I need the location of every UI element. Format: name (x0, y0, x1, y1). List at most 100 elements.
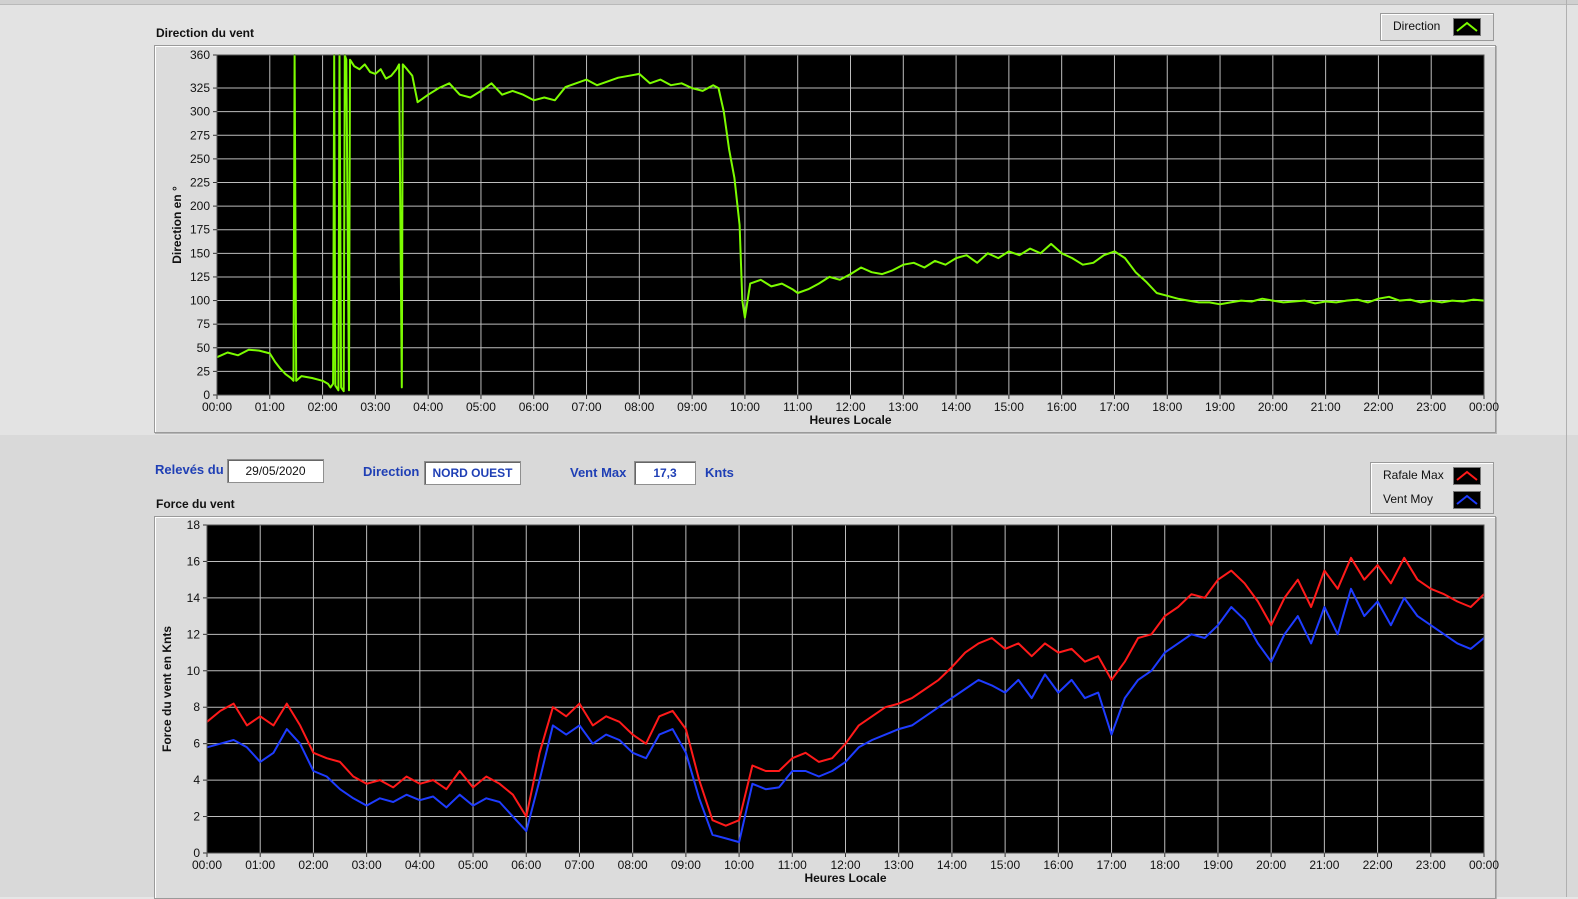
direction-x-tick-label: 10:00 (730, 400, 760, 414)
releves-label: Relevés du (155, 462, 224, 477)
direction-y-tick-label: 325 (190, 81, 210, 95)
direction-x-tick-label: 11:00 (783, 400, 812, 414)
direction-y-axis-label: Direction en ° (170, 186, 184, 264)
force-y-tick-label: 12 (187, 627, 201, 641)
direction-y-tick-label: 25 (197, 364, 211, 378)
force-x-tick-label: 18:00 (1150, 858, 1180, 872)
force-x-tick-label: 15:00 (990, 858, 1020, 872)
vent-moy-line-swatch-icon[interactable] (1453, 491, 1481, 509)
direction-x-tick-label: 16:00 (1047, 400, 1077, 414)
force-x-tick-label: 12:00 (830, 858, 860, 872)
direction-y-tick-label: 225 (190, 176, 210, 190)
direction-y-tick-label: 360 (190, 48, 210, 62)
force-x-tick-label: 19:00 (1203, 858, 1233, 872)
force-x-tick-label: 02:00 (298, 858, 328, 872)
direction-x-tick-label: 06:00 (519, 400, 549, 414)
direction-y-tick-label: 125 (190, 270, 210, 284)
direction-y-tick-label: 0 (203, 388, 210, 402)
force-y-tick-label: 0 (193, 846, 200, 860)
direction-x-tick-label: 09:00 (677, 400, 707, 414)
force-x-tick-label: 03:00 (352, 858, 382, 872)
direction-x-tick-label: 04:00 (413, 400, 443, 414)
ventmax-value-field[interactable]: 17,3 (634, 461, 696, 485)
force-x-tick-label: 06:00 (511, 858, 541, 872)
legend-item-direction: Direction (1381, 14, 1493, 38)
direction-x-tick-label: 17:00 (1099, 400, 1129, 414)
force-x-tick-label: 07:00 (564, 858, 594, 872)
force-x-tick-label: 00:00 (192, 858, 222, 872)
rafale-max-line-swatch-icon[interactable] (1453, 467, 1481, 485)
ventmax-label: Vent Max (570, 465, 627, 480)
force-x-tick-label: 23:00 (1416, 858, 1446, 872)
direction-x-tick-label: 00:00 (202, 400, 232, 414)
direction-x-tick-label: 13:00 (888, 400, 918, 414)
force-y-tick-label: 2 (193, 810, 200, 824)
force-y-tick-label: 8 (193, 700, 200, 714)
direction-x-tick-label: 02:00 (308, 400, 338, 414)
direction-x-tick-label: 01:00 (255, 400, 285, 414)
force-x-tick-label: 13:00 (884, 858, 914, 872)
force-y-axis-label: Force du vent en Knts (160, 626, 174, 752)
force-y-tick-label: 18 (187, 518, 201, 532)
force-x-axis-label: Heures Locale (804, 871, 886, 885)
direction-y-tick-label: 100 (190, 294, 210, 308)
direction-y-tick-label: 150 (190, 246, 210, 260)
direction-y-tick-label: 75 (197, 317, 211, 331)
force-y-tick-label: 4 (193, 773, 200, 787)
direction-x-tick-label: 00:00 (1469, 400, 1499, 414)
direction-x-tick-label: 07:00 (572, 400, 602, 414)
direction-x-tick-label: 14:00 (941, 400, 971, 414)
direction-value-field[interactable]: NORD OUEST (424, 461, 521, 485)
direction-x-tick-label: 08:00 (624, 400, 654, 414)
direction-label: Direction (363, 464, 420, 479)
force-x-tick-label: 16:00 (1043, 858, 1073, 872)
releves-date-field[interactable]: 29/05/2020 (227, 459, 324, 483)
force-x-tick-label: 01:00 (245, 858, 275, 872)
force-x-tick-label: 09:00 (671, 858, 701, 872)
force-y-tick-label: 16 (187, 554, 201, 568)
force-y-tick-label: 14 (187, 591, 201, 605)
force-x-tick-label: 14:00 (937, 858, 967, 872)
force-x-tick-label: 08:00 (618, 858, 648, 872)
right-divider (1566, 0, 1567, 897)
legend-label-vent-moy: Vent Moy (1383, 492, 1434, 506)
direction-x-tick-label: 23:00 (1416, 400, 1446, 414)
legend-item-vent-moy: Vent Moy (1371, 487, 1493, 511)
direction-line-swatch-icon[interactable] (1453, 18, 1481, 36)
legend-label-rafale-max: Rafale Max (1383, 468, 1444, 482)
legend-item-rafale-max: Rafale Max (1371, 463, 1493, 487)
direction-x-tick-label: 20:00 (1258, 400, 1288, 414)
direction-y-tick-label: 200 (190, 199, 210, 213)
force-chart-title: Force du vent (156, 497, 235, 511)
force-chart[interactable]: 00:00 01:00 02:00 03:00 04:00 05:00 06:00 07:00… (154, 516, 1499, 897)
direction-x-tick-label: 15:00 (994, 400, 1024, 414)
direction-y-tick-label: 300 (190, 105, 210, 119)
direction-x-tick-label: 05:00 (466, 400, 496, 414)
force-y-tick-label: 10 (187, 664, 201, 678)
direction-chart-title: Direction du vent (156, 26, 255, 40)
force-x-tick-label: 11:00 (778, 858, 807, 872)
legend-label-direction: Direction (1393, 19, 1441, 33)
force-y-tick-label: 6 (193, 737, 200, 751)
direction-x-tick-label: 19:00 (1205, 400, 1235, 414)
direction-x-tick-label: 18:00 (1152, 400, 1182, 414)
force-x-tick-label: 04:00 (405, 858, 435, 872)
force-x-tick-label: 20:00 (1256, 858, 1286, 872)
force-legend: Rafale Max Vent Moy (1370, 462, 1494, 514)
force-x-tick-label: 10:00 (724, 858, 754, 872)
force-x-tick-label: 21:00 (1309, 858, 1339, 872)
force-x-tick-label: 22:00 (1363, 858, 1393, 872)
direction-y-tick-label: 250 (190, 152, 210, 166)
force-x-tick-label: 05:00 (458, 858, 488, 872)
direction-y-tick-label: 175 (190, 223, 210, 237)
direction-y-tick-label: 275 (190, 128, 210, 142)
direction-x-tick-label: 12:00 (835, 400, 865, 414)
direction-x-axis-label: Heures Locale (809, 413, 891, 427)
direction-x-tick-label: 03:00 (360, 400, 390, 414)
direction-x-tick-label: 21:00 (1311, 400, 1341, 414)
direction-legend: Direction (1380, 13, 1494, 41)
force-x-tick-label: 17:00 (1097, 858, 1127, 872)
direction-chart[interactable]: 00:00 01:00 02:00 03:00 04:00 05:00 06:00 07:00… (154, 45, 1499, 431)
force-x-tick-label: 00:00 (1469, 858, 1499, 872)
direction-y-tick-label: 50 (197, 341, 211, 355)
